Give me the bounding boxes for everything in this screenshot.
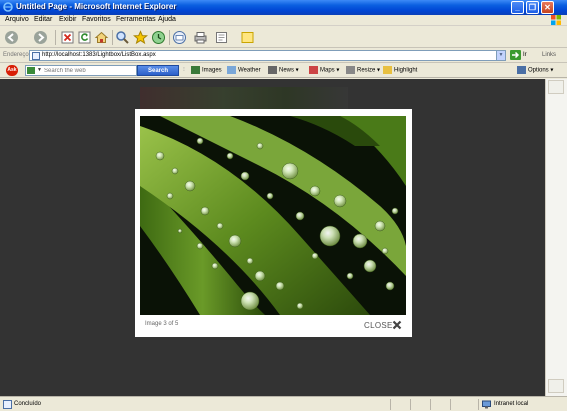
options-icon (517, 66, 526, 74)
home-icon[interactable] (94, 30, 109, 45)
page-content: Image 3 of 5 CLOSE (0, 79, 545, 396)
mail-icon[interactable] (172, 30, 187, 45)
status-divider (430, 399, 431, 410)
page-icon (32, 52, 40, 60)
weather-icon (227, 66, 236, 74)
leaf-droplets-image (140, 116, 406, 315)
ask-logo-icon[interactable]: Ask (6, 65, 18, 76)
highlight-button[interactable]: Highlight (383, 66, 417, 76)
menu-exibir[interactable]: Exibir (59, 16, 77, 23)
messenger-icon[interactable] (240, 30, 255, 45)
news-label: News (279, 67, 295, 74)
window-title: Untitled Page - Microsoft Internet Explo… (16, 2, 177, 11)
search-toolbar: Ask ▼ Search ⁝ Images Weather News ▾ Map… (0, 63, 567, 78)
lightbox-dialog: Image 3 of 5 CLOSE (135, 109, 412, 337)
title-bar[interactable]: Untitled Page - Microsoft Internet Explo… (0, 0, 567, 15)
highlight-label: Highlight (394, 67, 418, 74)
toolbar-separator (169, 30, 170, 45)
status-bar: Concluído Intranet local (0, 396, 567, 411)
weather-button[interactable]: Weather (227, 66, 261, 76)
lightbox-caption: Image 3 of 5 (145, 321, 179, 327)
status-divider (390, 399, 391, 410)
links-button[interactable]: Links (542, 52, 556, 58)
search-input[interactable] (44, 66, 136, 75)
toolbar-grip-icon: ⁝ (183, 67, 185, 73)
menu-bar: Arquivo Editar Exibir Favoritos Ferramen… (0, 15, 567, 26)
highlight-icon (383, 66, 392, 74)
address-label: Endereço (3, 52, 29, 58)
back-icon[interactable] (4, 30, 19, 45)
menu-ferramentas[interactable]: Ferramentas (116, 16, 156, 23)
images-icon (191, 66, 200, 74)
favorites-icon[interactable] (133, 30, 148, 45)
edit-page-icon[interactable] (214, 30, 229, 45)
news-button[interactable]: News ▾ (268, 66, 299, 76)
weather-label: Weather (238, 67, 261, 74)
menu-ajuda[interactable]: Ajuda (158, 16, 176, 23)
maximize-button[interactable]: ❐ (526, 1, 539, 14)
menu-editar[interactable]: Editar (34, 16, 52, 23)
resize-button[interactable]: Resize ▾ (346, 66, 380, 76)
windows-logo-icon (551, 15, 561, 25)
search-box[interactable]: ▼ (25, 65, 137, 76)
toolbar-separator (112, 30, 113, 45)
resize-icon (346, 66, 355, 74)
close-window-button[interactable]: ✕ (541, 1, 554, 14)
page-done-icon (3, 400, 12, 409)
options-label: Options (528, 67, 549, 74)
maps-label: Maps (320, 67, 335, 74)
minimize-button[interactable]: _ (511, 1, 524, 14)
security-zone-label: Intranet local (494, 401, 529, 407)
maps-button[interactable]: Maps ▾ (309, 66, 339, 76)
images-button[interactable]: Images (191, 66, 222, 76)
standard-toolbar (0, 27, 567, 48)
close-x-icon (392, 320, 402, 330)
menu-favoritos[interactable]: Favoritos (82, 16, 111, 23)
scroll-up-icon[interactable] (548, 80, 564, 94)
print-icon[interactable] (193, 30, 208, 45)
address-bar: Endereço http://localhost:1383/Lightbox/… (0, 48, 567, 63)
lightbox-photo[interactable] (140, 116, 406, 315)
toolbar-separator (55, 30, 56, 45)
ie-logo-icon (3, 2, 13, 12)
status-divider (478, 399, 479, 410)
images-label: Images (202, 67, 222, 74)
search-icon[interactable] (115, 30, 130, 45)
lightbox-close-button[interactable]: CLOSE (364, 320, 402, 331)
status-text: Concluído (14, 401, 42, 407)
intranet-zone-icon (482, 400, 491, 409)
search-button[interactable]: Search (137, 65, 179, 76)
status-divider (450, 399, 451, 410)
news-icon (268, 66, 277, 74)
vertical-scrollbar[interactable] (545, 79, 567, 396)
address-dropdown-icon[interactable]: ▼ (496, 51, 505, 60)
menu-arquivo[interactable]: Arquivo (5, 16, 29, 23)
status-divider (410, 399, 411, 410)
go-arrow-icon[interactable] (510, 50, 521, 60)
address-url: http://localhost:1383/Lightbox/ListBox.a… (42, 52, 156, 58)
address-input[interactable]: http://localhost:1383/Lightbox/ListBox.a… (29, 50, 506, 61)
search-provider-icon (27, 67, 35, 74)
refresh-icon[interactable] (77, 30, 92, 45)
close-label: CLOSE (364, 321, 393, 330)
forward-icon[interactable] (33, 30, 48, 45)
ie-window: Untitled Page - Microsoft Internet Explo… (0, 0, 567, 411)
history-icon[interactable] (151, 30, 166, 45)
go-button[interactable]: Ir (523, 52, 527, 58)
maps-icon (309, 66, 318, 74)
stop-icon[interactable] (60, 30, 75, 45)
scroll-down-icon[interactable] (548, 379, 564, 393)
options-button[interactable]: Options ▾ (517, 66, 553, 76)
resize-label: Resize (357, 67, 376, 74)
search-provider-dropdown-icon[interactable]: ▼ (37, 67, 42, 73)
